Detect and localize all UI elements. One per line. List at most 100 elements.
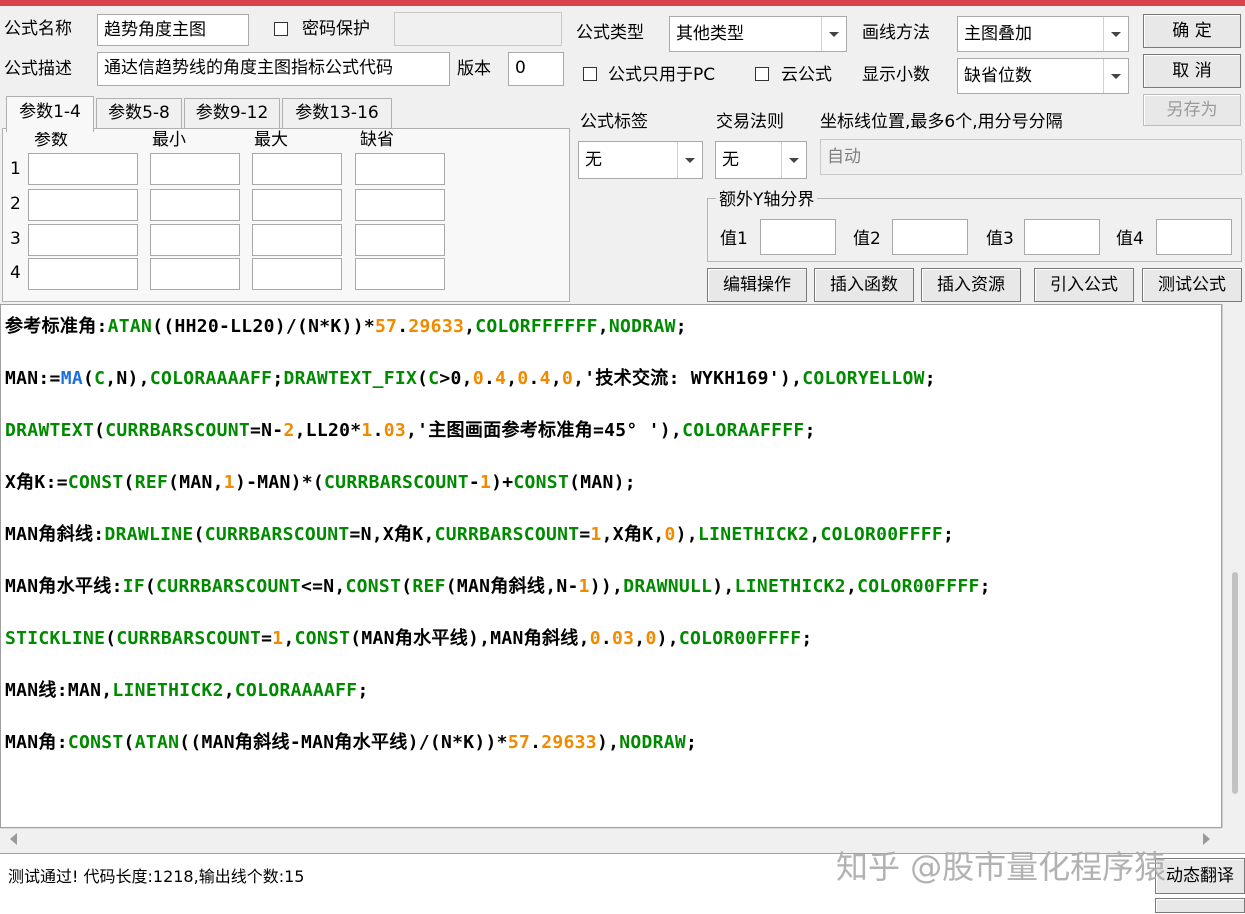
dynamic-translate-button[interactable]: 动态翻译	[1155, 858, 1245, 894]
code-token: COLORFFFFFF	[475, 316, 598, 337]
code-token: CONST	[345, 576, 402, 597]
param-1-max-input[interactable]	[252, 153, 342, 185]
code-token: (	[82, 368, 95, 389]
code-token: CURRBARSCOUNT	[204, 524, 350, 545]
formula-tag-value: 无	[585, 150, 602, 170]
code-token: .	[528, 368, 540, 389]
param-2-max-input[interactable]	[252, 189, 342, 221]
draw-method-select[interactable]: 主图叠加	[957, 16, 1129, 52]
param-4-max-input[interactable]	[252, 258, 342, 290]
chevron-down-icon	[1103, 59, 1128, 93]
code-token: ,N),	[105, 368, 150, 389]
value1-input[interactable]	[760, 219, 836, 255]
coord-line-label: 坐标线位置,最多6个,用分号分隔	[820, 112, 1063, 132]
code-token: (	[123, 472, 135, 493]
code-token: COLORAAFFFF	[682, 420, 805, 441]
scrollbar-thumb[interactable]	[1232, 572, 1238, 794]
code-token: .	[530, 732, 542, 753]
param-row-number: 3	[10, 229, 21, 249]
edit-operation-button[interactable]: 编辑操作	[707, 268, 807, 302]
formula-name-input[interactable]: 趋势角度主图	[97, 14, 249, 46]
code-token: COLORAAAAFF	[149, 368, 273, 389]
param-3-max-input[interactable]	[252, 224, 342, 256]
insert-function-button[interactable]: 插入函数	[814, 268, 914, 302]
formula-type-select[interactable]: 其他类型	[669, 16, 847, 52]
code-token: ,	[464, 316, 476, 337]
code-token: 0	[517, 368, 529, 389]
cloud-formula-checkbox[interactable]	[755, 67, 769, 81]
param-4-min-input[interactable]	[150, 258, 240, 290]
code-token: 1	[361, 420, 373, 441]
code-token: <=N,	[300, 576, 346, 597]
test-formula-button[interactable]: 测试公式	[1142, 268, 1242, 302]
code-token: 0	[561, 368, 574, 389]
code-token: ,'技术交流: WYKH169'),	[573, 368, 803, 389]
tab-params-5-8[interactable]: 参数5-8	[96, 98, 182, 128]
code-token: =	[261, 628, 273, 649]
value4-input[interactable]	[1156, 219, 1232, 255]
code-token: )),	[589, 576, 624, 597]
tab-params-1-4[interactable]: 参数1-4	[6, 96, 94, 132]
param-1-default-input[interactable]	[355, 153, 445, 185]
value3-input[interactable]	[1024, 219, 1100, 255]
code-editor[interactable]: 参考标准角:ATAN((HH20-LL20)/(N*K))*57.29633,C…	[0, 304, 1222, 828]
pc-only-label: 公式只用于PC	[608, 65, 716, 85]
code-token: >0,	[439, 368, 473, 389]
code-token: X角K:=	[5, 472, 68, 493]
decimal-select[interactable]: 缺省位数	[957, 58, 1129, 94]
param-3-min-input[interactable]	[150, 224, 240, 256]
pc-only-checkbox[interactable]	[583, 67, 597, 81]
param-2-default-input[interactable]	[355, 189, 445, 221]
trade-rule-select[interactable]: 无	[715, 141, 807, 179]
code-token: )/(	[274, 316, 309, 337]
formula-tag-label: 公式标签	[580, 112, 648, 132]
scroll-left-icon[interactable]	[10, 833, 17, 845]
scroll-right-icon[interactable]	[1203, 833, 1210, 845]
extra-button[interactable]	[1155, 898, 1245, 913]
code-token: (	[145, 576, 157, 597]
value1-label: 值1	[720, 229, 748, 249]
code-token: C	[94, 368, 106, 389]
import-formula-button[interactable]: 引入公式	[1034, 268, 1134, 302]
password-checkbox[interactable]	[274, 22, 288, 36]
code-token: -	[468, 472, 480, 493]
code-token: MAN角斜线:	[5, 524, 105, 545]
tab-params-13-16[interactable]: 参数13-16	[282, 98, 392, 128]
code-line: MAN角水平线:IF(CURRBARSCOUNT<=N,CONST(REF(MA…	[5, 573, 991, 601]
param-3-default-input[interactable]	[355, 224, 445, 256]
param-row-number: 4	[10, 263, 21, 283]
formula-desc-input[interactable]: 通达信趋势线的角度主图指标公式代码	[97, 52, 450, 86]
param-2-name-input[interactable]	[28, 189, 138, 221]
code-token: IF	[122, 576, 146, 597]
code-token: ,	[597, 316, 609, 337]
code-token: (	[193, 524, 205, 545]
password-input[interactable]	[394, 12, 562, 46]
coord-line-input[interactable]: 自动	[820, 139, 1242, 175]
save-as-button[interactable]: 另存为	[1143, 94, 1241, 126]
param-header-default: 缺省	[360, 130, 394, 150]
ok-button[interactable]: 确 定	[1143, 14, 1241, 48]
code-line: MAN:=MA(C,N),COLORAAAAFF;DRAWTEXT_FIX(C>…	[5, 365, 936, 393]
version-input[interactable]: 0	[508, 52, 564, 86]
cancel-button[interactable]: 取 消	[1143, 54, 1241, 88]
code-token: CONST	[294, 628, 351, 649]
formula-tag-select[interactable]: 无	[578, 141, 703, 179]
code-token: 1	[223, 472, 235, 493]
tab-params-9-12[interactable]: 参数9-12	[184, 98, 280, 128]
param-1-min-input[interactable]	[150, 153, 240, 185]
code-token: )-MAN)*(	[234, 472, 325, 493]
code-token: ,	[506, 368, 518, 389]
param-3-name-input[interactable]	[28, 224, 138, 256]
param-1-name-input[interactable]	[28, 153, 138, 185]
value2-input[interactable]	[892, 219, 968, 255]
code-token: ;	[942, 524, 955, 545]
param-2-min-input[interactable]	[150, 189, 240, 221]
code-token: REF	[134, 472, 169, 493]
param-4-default-input[interactable]	[355, 258, 445, 290]
code-token: HH20-LL20	[174, 316, 275, 337]
window-top-accent	[0, 0, 1245, 6]
param-4-name-input[interactable]	[28, 258, 138, 290]
code-token: CURRBARSCOUNT	[105, 420, 251, 441]
code-token: COLORYELLOW	[802, 368, 925, 389]
insert-resource-button[interactable]: 插入资源	[921, 268, 1021, 302]
